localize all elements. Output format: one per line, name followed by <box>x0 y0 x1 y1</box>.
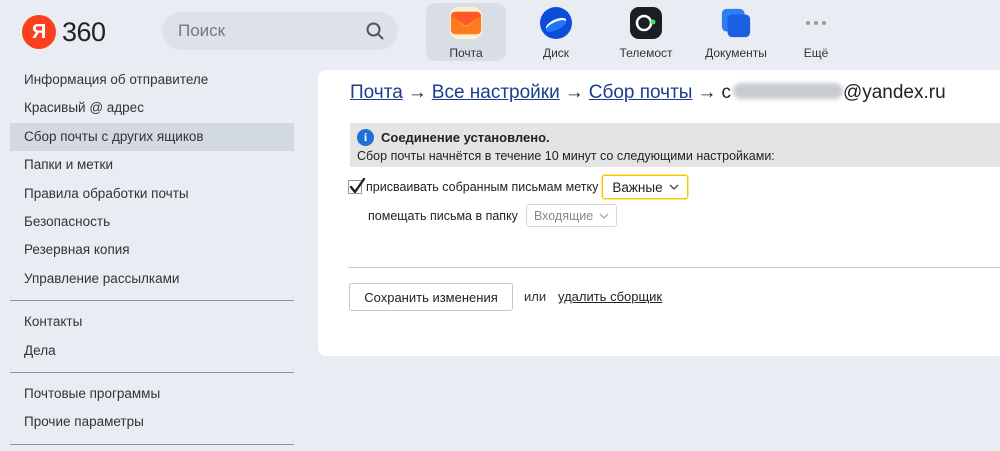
notice-title: Соединение установлено. <box>381 129 550 145</box>
chevron-down-icon <box>599 213 609 219</box>
app-telemost-label: Телемост <box>619 46 673 60</box>
label-select-value: Важные <box>612 179 663 195</box>
search-input[interactable] <box>178 21 358 41</box>
sidebar-item-mail-collector[interactable]: Сбор почты с других ящиков <box>10 122 294 152</box>
chevron-down-icon <box>669 184 679 190</box>
label-option-row: присваивать собранным письмам метку Важн… <box>348 175 688 199</box>
sidebar-divider <box>10 300 294 302</box>
folder-option-row: помещать письма в папку Входящие <box>368 204 618 227</box>
sidebar-item-mail-clients[interactable]: Почтовые программы <box>10 380 294 408</box>
folder-option-text: помещать письма в папку <box>368 208 518 223</box>
settings-panel: Почта → Все настройки → Сбор почты → c @yandex.… <box>318 70 1000 356</box>
app-disk[interactable]: Диск <box>516 3 596 61</box>
search-icon[interactable] <box>366 22 384 40</box>
settings-sidebar: Информация об отправителе Красивый @ адр… <box>0 66 310 451</box>
disk-icon <box>540 7 572 39</box>
or-text: или <box>524 289 547 304</box>
app-disk-label: Диск <box>542 46 570 60</box>
breadcrumb-email-domain: @yandex.ru <box>842 82 946 103</box>
yandex-360-logo[interactable]: Я 360 <box>22 12 106 52</box>
telemost-icon <box>630 7 662 39</box>
label-select[interactable]: Важные <box>602 175 688 199</box>
info-icon: i <box>357 128 374 146</box>
more-dots-icon <box>800 7 832 39</box>
breadcrumb-email-prefix: c <box>721 82 731 103</box>
app-documents-label: Документы <box>705 46 767 60</box>
sidebar-item-custom-address[interactable]: Красивый @ адрес <box>10 94 294 122</box>
breadcrumb-arrow: → <box>564 82 584 103</box>
app-switcher: Почта Диск Телемост Документы Ещё <box>426 3 856 61</box>
sidebar-item-mail-rules[interactable]: Правила обработки почты <box>10 180 294 208</box>
breadcrumb-collector-link[interactable]: Сбор почты <box>589 82 693 103</box>
sidebar-item-security[interactable]: Безопасность <box>10 208 294 236</box>
save-changes-button[interactable]: Сохранить изменения <box>349 283 513 311</box>
delete-collector-link[interactable]: удалить сборщик <box>558 289 662 304</box>
breadcrumb-mail-link[interactable]: Почта <box>350 82 403 103</box>
app-more-label: Ещё <box>803 46 829 60</box>
breadcrumb-arrow: → <box>407 82 427 103</box>
breadcrumb-all-settings-link[interactable]: Все настройки <box>432 82 560 103</box>
sidebar-item-contacts[interactable]: Контакты <box>10 308 294 336</box>
breadcrumb: Почта → Все настройки → Сбор почты → c @yandex.… <box>350 82 946 104</box>
top-bar: Я 360 Почта <box>0 0 1000 66</box>
sidebar-divider <box>10 371 294 373</box>
documents-icon <box>720 7 752 39</box>
sidebar-item-sender-info[interactable]: Информация об отправителе <box>10 66 294 94</box>
search-box[interactable] <box>162 12 398 50</box>
sidebar-item-backup[interactable]: Резервная копия <box>10 236 294 264</box>
app-documents[interactable]: Документы <box>696 3 776 61</box>
app-telemost[interactable]: Телемост <box>606 3 686 61</box>
assign-label-text: присваивать собранным письмам метку <box>366 180 599 194</box>
app-mail[interactable]: Почта <box>426 3 506 61</box>
breadcrumb-arrow: → <box>697 82 717 103</box>
redacted-email-blur <box>732 83 843 99</box>
yandex-logo-icon: Я <box>22 15 56 49</box>
sidebar-item-folders-labels[interactable]: Папки и метки <box>10 151 294 179</box>
app-mail-label: Почта <box>449 46 483 60</box>
sidebar-item-other-settings[interactable]: Прочие параметры <box>10 408 294 436</box>
assign-label-checkbox[interactable] <box>348 178 366 194</box>
checkmark-icon <box>349 178 366 194</box>
app-more[interactable]: Ещё <box>786 3 846 61</box>
section-divider <box>348 267 1000 268</box>
connection-notice: i Соединение установлено. Сбор почты нач… <box>350 123 1000 167</box>
mail-envelope-icon <box>450 7 482 39</box>
folder-select-value: Входящие <box>533 208 594 223</box>
sidebar-item-tasks[interactable]: Дела <box>10 337 294 365</box>
sidebar-divider <box>10 443 294 445</box>
folder-select[interactable]: Входящие <box>525 204 618 227</box>
sidebar-item-subscriptions[interactable]: Управление рассылками <box>10 265 294 293</box>
notice-text: Сбор почты начнётся в течение 10 минут с… <box>357 149 775 163</box>
logo-text: 360 <box>62 16 106 47</box>
